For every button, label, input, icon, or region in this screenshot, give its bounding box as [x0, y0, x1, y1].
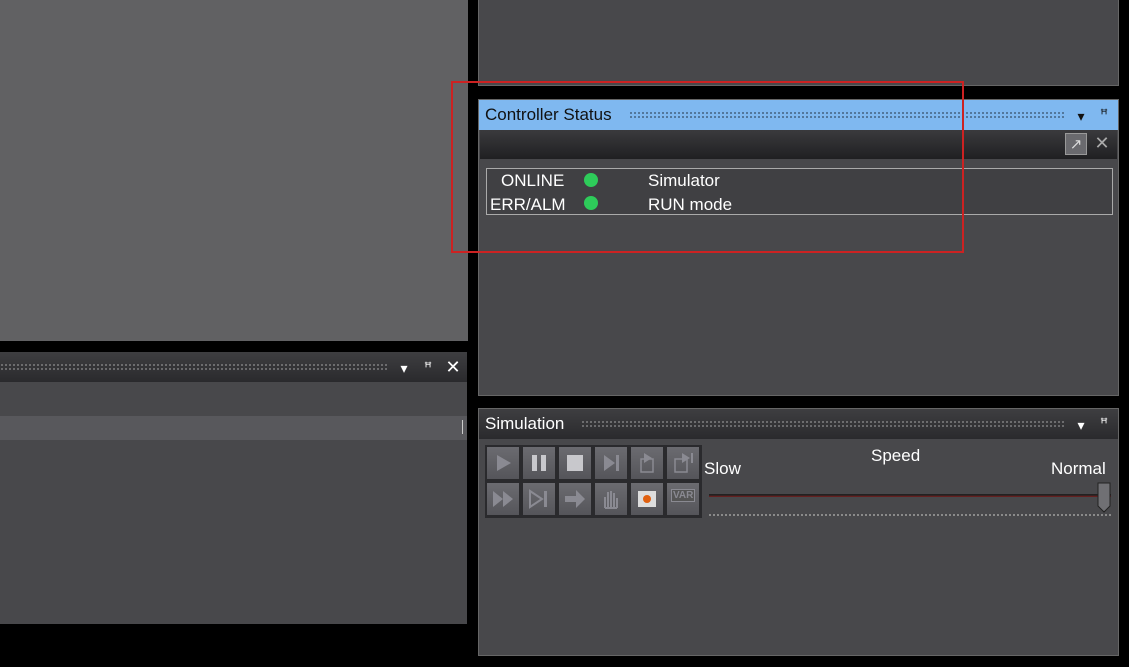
lower-left-titlebar: ▾ ꟸ ✕: [0, 352, 467, 382]
step-out-icon: [674, 453, 693, 473]
step-out-button[interactable]: [666, 446, 700, 480]
titlebar-grip: [0, 363, 388, 371]
simulation-title: Simulation: [485, 414, 565, 433]
lower-left-panel: ▾ ꟸ ✕: [0, 352, 467, 624]
play-icon: [497, 455, 511, 471]
var-icon: VAR: [671, 489, 696, 509]
pin-icon[interactable]: ꟸ: [421, 359, 435, 375]
popout-icon[interactable]: ↗: [1065, 133, 1087, 155]
speed-label: Speed: [871, 446, 921, 465]
dropdown-icon[interactable]: ▾: [1074, 417, 1088, 433]
pause-icon: [532, 455, 546, 471]
record-button[interactable]: [630, 482, 664, 516]
close-icon[interactable]: ✕: [1094, 134, 1110, 152]
editor-area: [0, 0, 468, 341]
step-icon: [604, 455, 619, 471]
arrow-right-icon: [565, 490, 585, 508]
cursor-mark: [462, 420, 463, 434]
fast-forward-icon: [493, 491, 513, 507]
pin-icon[interactable]: ꟸ: [1097, 106, 1111, 122]
right-top-panel: [478, 0, 1119, 86]
pin-icon[interactable]: ꟸ: [1097, 415, 1111, 431]
hand-button[interactable]: [594, 482, 628, 516]
fast-forward-button[interactable]: [486, 482, 520, 516]
simulation-panel: Simulation ▾ ꟸ VAR Speed Slow Normal: [478, 408, 1119, 656]
var-icon-text: VAR: [671, 489, 696, 502]
step-in-icon: [640, 453, 654, 473]
record-icon: [638, 491, 656, 507]
arrow-right-button[interactable]: [558, 482, 592, 516]
speed-slider-track[interactable]: [709, 494, 1111, 497]
dropdown-icon[interactable]: ▾: [1074, 108, 1088, 124]
simulation-buttons: VAR: [485, 445, 702, 518]
lower-left-row[interactable]: [0, 416, 467, 440]
stop-button[interactable]: [558, 446, 592, 480]
close-icon[interactable]: ✕: [445, 358, 461, 376]
dropdown-icon[interactable]: ▾: [397, 360, 411, 376]
hand-icon: [604, 491, 618, 509]
speed-slider-ticks: [709, 514, 1111, 516]
normal-label: Normal: [1051, 459, 1106, 478]
step-in-button[interactable]: [630, 446, 664, 480]
highlight-box: [451, 81, 964, 253]
titlebar-grip: [581, 420, 1064, 428]
step-button[interactable]: [594, 446, 628, 480]
pause-button[interactable]: [522, 446, 556, 480]
step-to-end-icon: [529, 489, 547, 509]
play-button[interactable]: [486, 446, 520, 480]
var-button[interactable]: VAR: [666, 482, 700, 516]
simulation-titlebar: Simulation ▾ ꟸ: [479, 409, 1118, 439]
step-to-end-button[interactable]: [522, 482, 556, 516]
slow-label: Slow: [704, 459, 741, 478]
speed-slider-thumb[interactable]: [1097, 482, 1111, 513]
stop-icon: [567, 455, 583, 471]
